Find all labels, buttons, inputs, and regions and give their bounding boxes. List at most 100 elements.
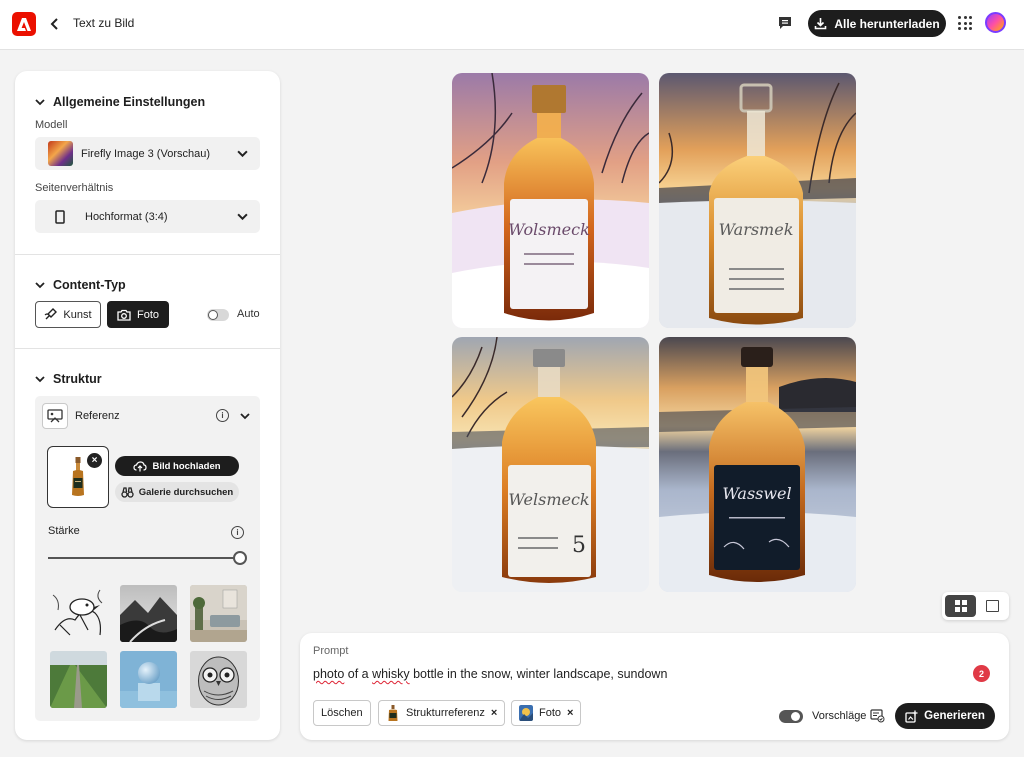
- general-settings-header[interactable]: Allgemeine Einstellungen: [35, 95, 205, 109]
- reference-label: Referenz: [75, 410, 120, 422]
- photo-thumbnail: [519, 705, 533, 721]
- structure-header[interactable]: Struktur: [35, 372, 102, 386]
- camera-icon: [117, 309, 131, 321]
- prompt-word: bottle in the snow, winter landscape, su…: [409, 667, 668, 681]
- back-arrow-icon[interactable]: [50, 14, 64, 34]
- chevron-down-icon: [35, 282, 45, 289]
- browse-gallery-label: Galerie durchsuchen: [138, 486, 234, 498]
- photo-chip-label: Foto: [539, 707, 562, 719]
- prompt-word: whisky: [372, 667, 410, 681]
- bottle-thumbnail: [386, 705, 400, 721]
- chevron-down-icon[interactable]: [240, 411, 250, 421]
- download-all-label: Alle herunterladen: [834, 16, 940, 31]
- chevron-down-icon: [237, 213, 248, 221]
- browse-gallery-button[interactable]: Galerie durchsuchen: [115, 482, 239, 502]
- download-icon: [815, 18, 827, 30]
- bottle-image: [72, 457, 84, 496]
- prompt-word: of a: [344, 667, 373, 681]
- svg-text:5: 5: [572, 533, 586, 558]
- preset-owl-drawing[interactable]: [190, 651, 247, 708]
- remove-reference-icon[interactable]: ×: [87, 453, 102, 468]
- preset-mountain-landscape[interactable]: [120, 585, 177, 642]
- generated-image-4[interactable]: Wasswel: [659, 337, 856, 592]
- strength-slider-handle[interactable]: [233, 551, 247, 565]
- model-thumbnail: [48, 141, 73, 166]
- upload-image-label: Bild hochladen: [152, 460, 221, 472]
- remove-chip-icon[interactable]: ×: [567, 707, 573, 719]
- chevron-down-icon: [237, 150, 248, 158]
- clear-button[interactable]: Löschen: [313, 700, 371, 726]
- generate-button[interactable]: Generieren: [895, 703, 995, 729]
- model-select[interactable]: Firefly Image 3 (Vorschau): [35, 137, 260, 170]
- model-value: Firefly Image 3 (Vorschau): [81, 147, 210, 160]
- photo-chip[interactable]: Foto ×: [511, 700, 582, 726]
- suggestions-settings-icon[interactable]: [870, 709, 885, 723]
- top-bar: Text zu Bild Alle herunterladen: [0, 0, 1024, 50]
- apps-grid-icon[interactable]: [958, 16, 972, 30]
- prompt-word: photo: [313, 667, 345, 681]
- grid-icon: [954, 600, 967, 612]
- prompt-label: Prompt: [313, 645, 349, 657]
- generate-icon: [905, 710, 918, 723]
- svg-text:Warsmek: Warsmek: [719, 220, 794, 239]
- model-label: Modell: [35, 119, 68, 131]
- preset-green-field-road[interactable]: [50, 651, 107, 708]
- strength-slider-track[interactable]: [48, 557, 234, 559]
- binoculars-icon: [121, 486, 134, 498]
- generate-label: Generieren: [924, 710, 985, 722]
- generated-image-3[interactable]: Welsmeck 5: [452, 337, 649, 592]
- preset-blue-sphere[interactable]: [120, 651, 177, 708]
- feedback-icon[interactable]: [777, 15, 793, 31]
- content-type-art-button[interactable]: Kunst: [35, 301, 101, 328]
- auto-toggle[interactable]: [207, 309, 229, 321]
- prompt-input[interactable]: photo of a whisky bottle in the snow, wi…: [313, 667, 667, 681]
- reference-section: Referenz i × Bild hochladen Galerie durc…: [35, 396, 260, 721]
- general-settings-heading: Allgemeine Einstellungen: [53, 95, 206, 109]
- clear-label: Löschen: [321, 707, 363, 719]
- structure-reference-chip-label: Strukturreferenz: [406, 707, 485, 719]
- generated-image-1[interactable]: Wolsmeck: [452, 73, 649, 328]
- info-icon[interactable]: i: [216, 409, 229, 422]
- section-divider: [15, 348, 280, 349]
- upload-image-button[interactable]: Bild hochladen: [115, 456, 239, 476]
- portrait-icon: [55, 209, 65, 224]
- notification-badge[interactable]: 2: [973, 665, 990, 682]
- content-type-header[interactable]: Content-Typ: [35, 278, 126, 292]
- settings-panel: Allgemeine Einstellungen Modell Firefly …: [15, 71, 280, 740]
- suggestions-toggle[interactable]: [779, 710, 803, 723]
- section-divider: [15, 254, 280, 255]
- aspect-ratio-select[interactable]: Hochformat (3:4): [35, 200, 260, 233]
- suggestions-label: Vorschläge: [812, 710, 867, 722]
- cloud-upload-icon: [133, 460, 148, 471]
- generated-image-2[interactable]: Warsmek: [659, 73, 856, 328]
- structure-reference-icon: [42, 403, 68, 429]
- preset-living-room[interactable]: [190, 585, 247, 642]
- grid-view-button[interactable]: [945, 595, 976, 617]
- view-mode-toggle: [942, 592, 1009, 620]
- svg-text:Wasswel: Wasswel: [722, 484, 791, 503]
- preset-bird-sketch[interactable]: [50, 585, 107, 642]
- download-all-button[interactable]: Alle herunterladen: [808, 10, 946, 37]
- page-title: Text zu Bild: [73, 16, 135, 30]
- art-brush-icon: [44, 308, 58, 320]
- svg-text:Welsmeck: Welsmeck: [508, 490, 589, 509]
- reference-image-thumbnail[interactable]: ×: [47, 446, 109, 508]
- content-type-art-label: Kunst: [63, 308, 92, 321]
- adobe-logo-icon[interactable]: [12, 12, 36, 36]
- structure-heading: Struktur: [53, 372, 102, 386]
- svg-text:Wolsmeck: Wolsmeck: [508, 220, 590, 239]
- info-icon[interactable]: i: [231, 526, 244, 539]
- avatar[interactable]: [985, 12, 1006, 33]
- chevron-down-icon: [35, 376, 45, 383]
- prompt-panel: Prompt photo of a whisky bottle in the s…: [300, 633, 1009, 740]
- remove-chip-icon[interactable]: ×: [491, 707, 497, 719]
- single-view-button[interactable]: [986, 600, 999, 612]
- auto-label: Auto: [237, 308, 260, 320]
- aspect-ratio-value: Hochformat (3:4): [85, 210, 168, 223]
- content-type-heading: Content-Typ: [53, 278, 126, 292]
- strength-label: Stärke: [48, 525, 80, 537]
- aspect-ratio-label: Seitenverhältnis: [35, 182, 114, 194]
- content-type-photo-button[interactable]: Foto: [107, 301, 169, 328]
- structure-reference-chip[interactable]: Strukturreferenz ×: [378, 700, 506, 726]
- content-type-photo-label: Foto: [136, 308, 159, 321]
